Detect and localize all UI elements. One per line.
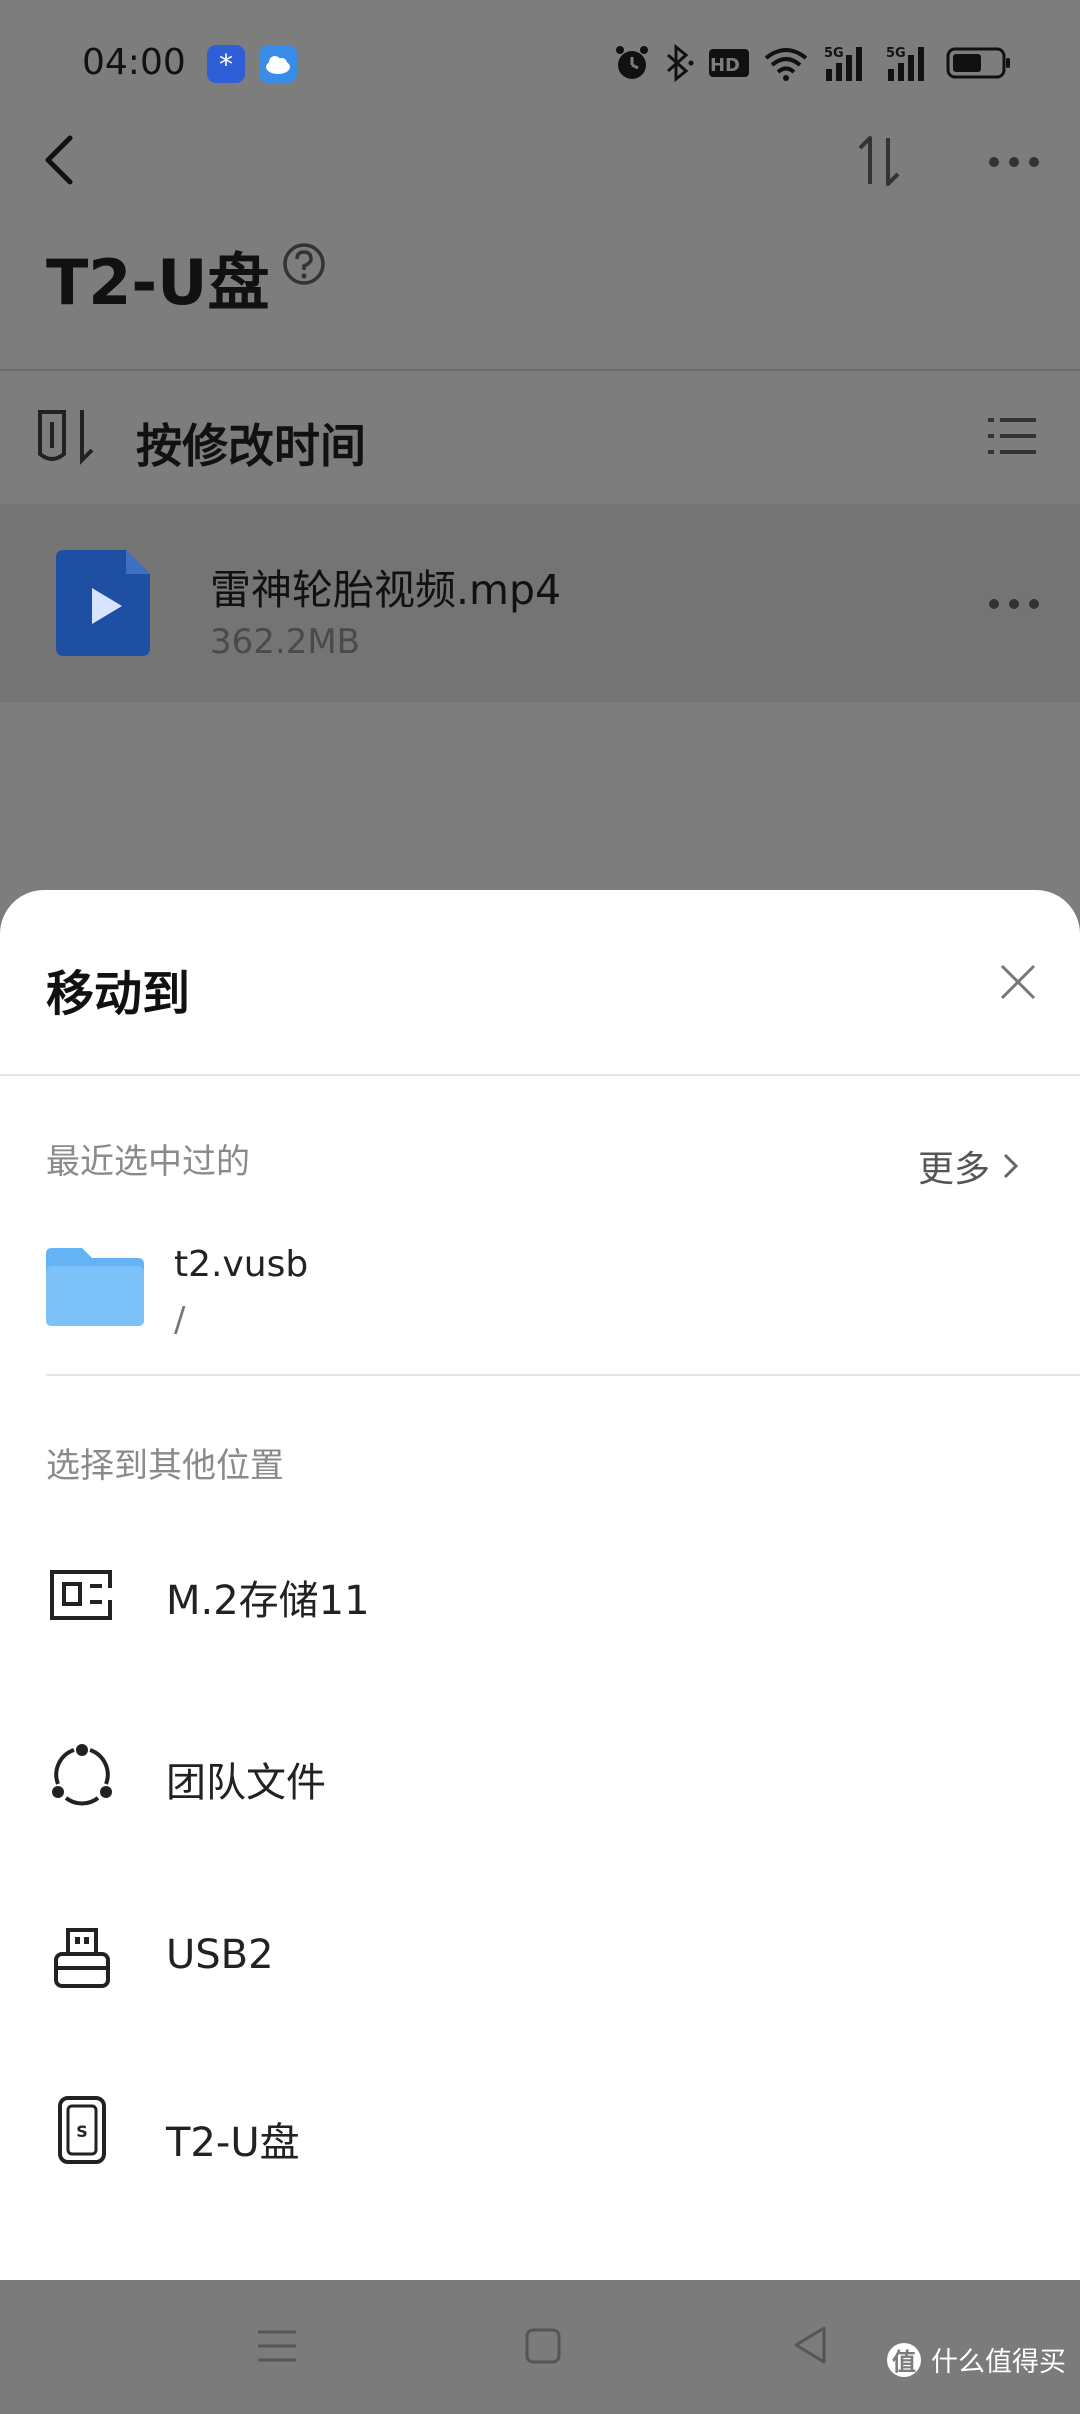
- more-options-icon[interactable]: [984, 150, 1044, 174]
- location-label: 团队文件: [166, 1760, 326, 1806]
- page-title: T2-U盘: [46, 246, 270, 319]
- status-bar: 04:00 * HD 5G 5G: [0, 0, 1080, 130]
- portable-drive-icon: S: [58, 2096, 106, 2164]
- svg-text:HD: HD: [710, 55, 740, 76]
- ssd-storage-icon: [50, 1570, 112, 1620]
- location-item-t2-drive[interactable]: [0, 2048, 1080, 2230]
- weather-app-icon: [259, 45, 297, 83]
- other-location-label: 选择到其他位置: [46, 1446, 284, 1486]
- location-item-usb2[interactable]: [0, 1866, 1080, 2048]
- folder-icon: [46, 1248, 144, 1326]
- background-screen: 04:00 * HD 5G 5G T2-U盘 按修改时间 雷神轮胎视频.mp4 …: [0, 0, 1080, 900]
- chevron-right-icon: [1003, 1153, 1019, 1179]
- location-label: USB2: [166, 1932, 274, 1978]
- help-icon[interactable]: [282, 242, 326, 286]
- usb-drive-icon: [54, 1928, 110, 1988]
- location-item-m2-storage[interactable]: [0, 1502, 1080, 1684]
- status-indicators: HD 5G 5G: [614, 40, 1012, 86]
- nav-back-icon[interactable]: [790, 2324, 830, 2366]
- more-link-label: 更多: [917, 1149, 990, 1190]
- home-icon[interactable]: [524, 2326, 562, 2366]
- status-time: 04:00: [82, 42, 186, 83]
- svg-text:5G: 5G: [886, 46, 906, 61]
- sort-arrows-icon[interactable]: [852, 132, 906, 190]
- recent-divider: [46, 1374, 1080, 1376]
- svg-text:5G: 5G: [824, 46, 844, 61]
- list-view-icon[interactable]: [988, 414, 1036, 458]
- file-more-icon[interactable]: [984, 592, 1044, 616]
- sheet-title: 移动到: [46, 966, 191, 1022]
- sheet-divider: [0, 1074, 1080, 1076]
- signal-5g-icon: 5G: [886, 46, 924, 81]
- sort-order-icon[interactable]: [36, 404, 96, 466]
- recent-folder-name: t2.vusb: [174, 1244, 309, 1285]
- back-arrow-icon[interactable]: [36, 128, 88, 192]
- location-item-team-files[interactable]: [0, 1684, 1080, 1866]
- location-label: T2-U盘: [166, 2120, 300, 2166]
- watermark-logo: 值: [887, 2342, 921, 2377]
- team-share-icon: [52, 1744, 112, 1806]
- recent-section-label: 最近选中过的: [46, 1142, 250, 1182]
- location-label: M.2存储11: [166, 1578, 370, 1624]
- sort-label[interactable]: 按修改时间: [136, 410, 366, 476]
- recent-apps-icon[interactable]: [256, 2326, 298, 2366]
- battery-icon: [946, 47, 1010, 79]
- recent-folder-path: /: [174, 1300, 186, 1340]
- file-name: 雷神轮胎视频.mp4: [210, 566, 562, 614]
- more-link[interactable]: 更多: [918, 1140, 1020, 1192]
- svg-text:*: *: [219, 48, 233, 81]
- wifi-icon: [764, 48, 808, 81]
- screen: 04:00 * HD 5G 5G T2-U盘 按修改时间 雷神轮胎视频.mp4 …: [0, 0, 1080, 2414]
- svg-text:S: S: [76, 2122, 88, 2141]
- hd-icon: HD: [709, 49, 749, 77]
- video-file-icon: [56, 550, 150, 656]
- close-icon[interactable]: [996, 960, 1040, 1004]
- watermark: 值 什么值得买: [887, 2340, 1066, 2379]
- watermark-text: 什么值得买: [931, 2347, 1066, 2378]
- signal-5g-icon: 5G: [824, 46, 862, 81]
- move-to-sheet: 移动到 最近选中过的 更多 t2.vusb / 选择到其他位置 M.2存储11 …: [0, 890, 1080, 2280]
- bluetooth-icon: [667, 43, 694, 83]
- star-app-icon: *: [207, 45, 245, 83]
- file-size: 362.2MB: [210, 622, 360, 662]
- system-nav-bar: 值 什么值得买: [0, 2280, 1080, 2414]
- recent-folder-item[interactable]: [0, 1220, 1080, 1400]
- alarm-icon: [616, 46, 648, 79]
